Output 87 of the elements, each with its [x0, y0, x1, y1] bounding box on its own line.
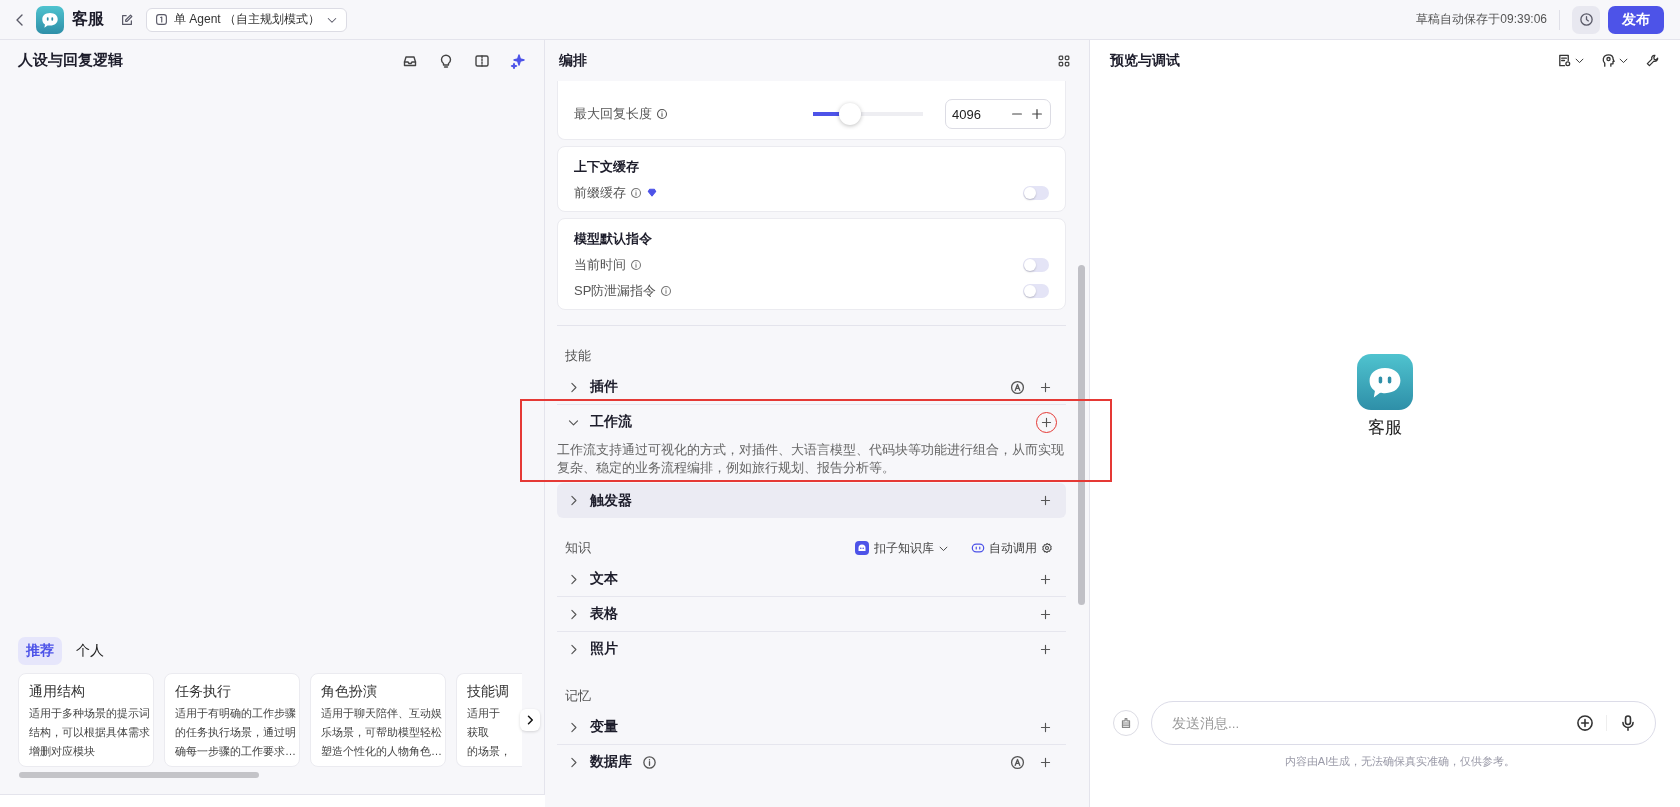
knowledge-bot-icon: [854, 540, 870, 556]
settings-icon[interactable]: [1041, 542, 1053, 554]
setting-label: 最大回复长度: [574, 105, 652, 123]
sparkle-icon[interactable]: [510, 52, 526, 69]
history-icon: [1578, 12, 1594, 27]
robot-icon: [971, 541, 985, 555]
toggle-switch[interactable]: [1023, 186, 1049, 200]
info-icon: [642, 754, 657, 770]
number-input[interactable]: 4096: [945, 99, 1051, 129]
template-title: 技能调: [467, 683, 510, 701]
broom-icon: [1119, 716, 1133, 730]
edit-icon[interactable]: [120, 12, 134, 27]
section-row[interactable]: 表格: [557, 597, 1066, 632]
info-icon: [630, 259, 642, 271]
plus-icon[interactable]: [1039, 755, 1052, 769]
scrollbar[interactable]: [1078, 265, 1085, 605]
bot-logo: [36, 5, 64, 34]
bot-avatar: [1357, 353, 1413, 410]
plus-icon[interactable]: [1030, 107, 1044, 121]
history-button[interactable]: [1572, 5, 1600, 34]
info-icon: [630, 187, 642, 199]
info-icon: [660, 285, 673, 297]
setting-label: 当前时间: [574, 256, 626, 274]
template-description: 适用于有明确的工作步骤 的任务执行场景，通过明 确每一步骤的工作要求…: [175, 706, 296, 759]
disclaimer: 内容由AI生成，无法确保真实准确，仅供参考。: [1283, 754, 1517, 769]
section-row[interactable]: 数据库: [557, 745, 1066, 779]
mode-icon: [155, 13, 168, 26]
slider-thumb[interactable]: [839, 103, 862, 125]
auto-mode-icon: [1010, 379, 1025, 395]
head-icon[interactable]: [1601, 53, 1616, 68]
template-title: 任务执行: [175, 683, 232, 701]
card-title: 上下文缓存: [574, 158, 640, 176]
info-icon: [656, 108, 668, 120]
app-name: 客服: [72, 9, 104, 29]
section-row[interactable]: 文本: [557, 562, 1066, 597]
section-row[interactable]: 照片: [557, 632, 1066, 666]
auto-mode-icon: [1010, 754, 1025, 770]
split-view-icon[interactable]: [474, 52, 490, 69]
auto-call-label[interactable]: 自动调用: [989, 539, 1037, 557]
section-row[interactable]: 插件: [557, 370, 1066, 405]
section-row[interactable]: 变量: [557, 710, 1066, 745]
panel-title: 预览与调试: [1110, 51, 1180, 70]
lightbulb-icon[interactable]: [438, 52, 454, 69]
toggle-switch[interactable]: [1023, 284, 1049, 298]
plus-icon[interactable]: [1039, 572, 1052, 586]
next-button[interactable]: [520, 709, 540, 731]
panel-title: 编排: [559, 51, 587, 70]
setting-label: 前缀缓存: [574, 184, 626, 202]
template-card[interactable]: 任务执行 适用于有明确的工作步骤 的任务执行场景，通过明 确每一步骤的工作要求…: [164, 673, 300, 767]
plus-icon[interactable]: [1039, 380, 1052, 394]
plus-icon[interactable]: [1039, 720, 1052, 734]
template-tab[interactable]: 个人: [68, 637, 112, 665]
template-tab[interactable]: 推荐: [18, 637, 62, 665]
template-description: 适用于聊天陪伴、互动娱 乐场景，可帮助模型轻松 塑造个性化的人物角色…: [321, 706, 442, 759]
section-row[interactable]: 工作流: [557, 405, 1066, 439]
section-title: 知识: [565, 539, 591, 557]
template-title: 角色扮演: [321, 683, 378, 701]
section-row[interactable]: 触发器: [557, 483, 1066, 518]
section-description: 工作流支持通过可视化的方式，对插件、大语言模型、代码块等功能进行组合，从而实现复杂、稳定的业务流程编排，例如旅行规划、报告分析等。: [557, 442, 1065, 477]
panel-title: 人设与回复逻辑: [18, 51, 123, 70]
add-icon[interactable]: [1576, 714, 1594, 732]
document-settings-icon[interactable]: [1557, 53, 1572, 68]
section-title: 记忆: [565, 687, 591, 705]
template-card[interactable]: 通用结构 适用于多种场景的提示词 结构，可以根据具体需求 增删对应模块: [18, 673, 154, 767]
template-description: 适用于 获取 的场景，: [467, 706, 511, 759]
plus-icon[interactable]: [1039, 607, 1052, 621]
grid-icon[interactable]: [1057, 53, 1071, 68]
message-input[interactable]: 发送消息...: [1170, 714, 1564, 732]
plus-icon[interactable]: [1039, 494, 1052, 507]
wrench-icon[interactable]: [1645, 53, 1660, 68]
card-title: 模型默认指令: [574, 230, 653, 248]
knowledge-source-dropdown[interactable]: 扣子知识库: [874, 539, 934, 557]
microphone-icon[interactable]: [1619, 714, 1637, 732]
clear-button[interactable]: [1113, 710, 1139, 736]
section-title: 技能: [565, 347, 591, 365]
plus-icon[interactable]: [1039, 642, 1052, 656]
template-card[interactable]: 角色扮演 适用于聊天陪伴、互动娱 乐场景，可帮助模型轻松 塑造个性化的人物角色…: [310, 673, 446, 767]
template-description: 适用于多种场景的提示词 结构，可以根据具体需求 增删对应模块: [29, 706, 150, 759]
mode-dropdown[interactable]: 单 Agent （自主规划模式）: [146, 7, 348, 32]
template-title: 通用结构: [29, 683, 86, 701]
publish-button[interactable]: 发布: [1608, 5, 1664, 34]
toggle-switch[interactable]: [1023, 258, 1049, 272]
setting-label: SP防泄漏指令: [574, 282, 657, 300]
autosave-status: 草稿自动保存于09:39:06: [1416, 11, 1547, 28]
template-card[interactable]: 技能调 适用于 获取 的场景，: [456, 673, 522, 767]
scrollbar[interactable]: [19, 772, 259, 778]
bot-name: 客服: [1368, 416, 1402, 439]
